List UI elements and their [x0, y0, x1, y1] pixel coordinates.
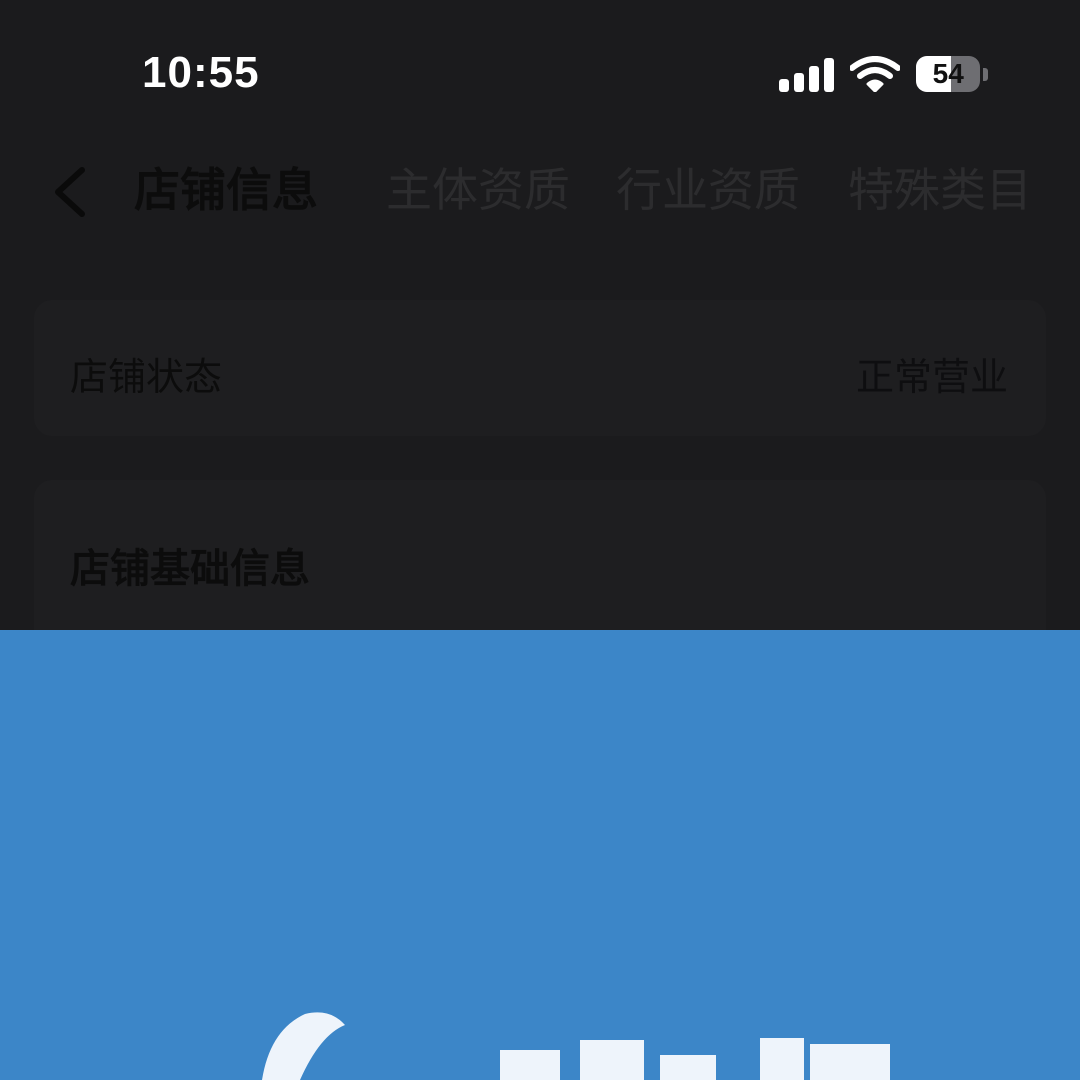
store-basic-info-title: 店铺基础信息 [70, 546, 310, 592]
store-status-card: 店铺状态 正常营业 [34, 300, 1046, 436]
battery-icon: 54 [916, 55, 988, 93]
status-icons: 54 [779, 52, 988, 96]
signal-icon [779, 56, 834, 92]
store-status-value: 正常营业 [855, 355, 1008, 399]
tab-special-category[interactable]: 特殊类目 [848, 158, 1032, 222]
status-time: 10:55 [142, 48, 260, 97]
tab-store-info[interactable]: 店铺信息 [134, 158, 318, 222]
nav-bar: 店铺信息 主体资质 行业资质 特殊类目 [0, 150, 1080, 234]
store-status-label: 店铺状态 [70, 355, 223, 399]
wifi-icon [850, 56, 900, 92]
tab-entity-qualification[interactable]: 主体资质 [386, 158, 570, 222]
battery-level: 54 [932, 58, 964, 89]
app-screen: 10:55 54 店铺信息 主体资质 行业资质 特殊类目 店铺状态 正常营业 店… [0, 0, 1080, 1080]
logo-graphic [262, 1012, 890, 1080]
blue-overlay-panel [0, 630, 1080, 1080]
chevron-left-icon[interactable] [46, 162, 94, 222]
tab-industry-qualification[interactable]: 行业资质 [616, 158, 800, 222]
